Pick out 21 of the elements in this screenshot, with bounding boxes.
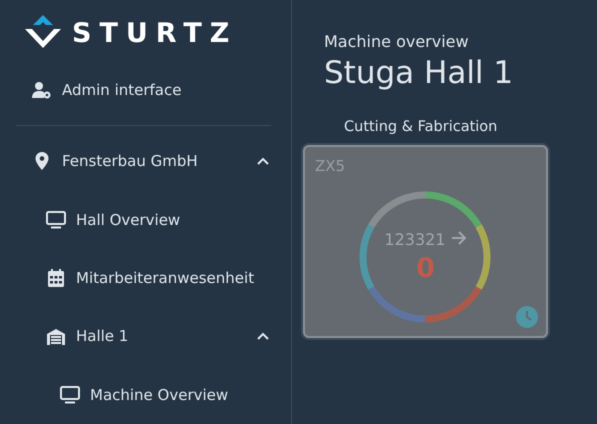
sidebar-item[interactable]: Halle 1 bbox=[0, 307, 291, 366]
calendar-icon bbox=[46, 268, 66, 288]
sidebar-item[interactable]: Machine Overview bbox=[0, 366, 291, 424]
sidebar-item[interactable]: Admin interface bbox=[0, 60, 291, 120]
sidebar-item[interactable]: Fensterbau GmbH bbox=[0, 132, 291, 190]
machine-value: 0 bbox=[415, 253, 436, 284]
logo-text: STURTZ bbox=[72, 18, 238, 49]
monitor-icon bbox=[60, 386, 80, 404]
page-subtitle: Machine overview bbox=[324, 32, 470, 51]
arrow-right-icon bbox=[450, 231, 467, 245]
clock-icon bbox=[516, 306, 538, 328]
order-count: 123321 bbox=[305, 230, 546, 249]
sidebar-item[interactable]: Mitarbeiteranwesenheit bbox=[0, 248, 291, 308]
warehouse-icon bbox=[46, 326, 66, 346]
page-title: Stuga Hall 1 bbox=[324, 55, 514, 91]
monitor-icon bbox=[46, 210, 66, 229]
group-title: Cutting & Fabrication bbox=[344, 119, 498, 135]
user-gear-icon bbox=[32, 80, 52, 100]
sidebar-item[interactable]: Hall Overview bbox=[0, 190, 291, 249]
chevron-icon[interactable] bbox=[257, 157, 269, 166]
chevron-icon[interactable] bbox=[257, 332, 269, 340]
